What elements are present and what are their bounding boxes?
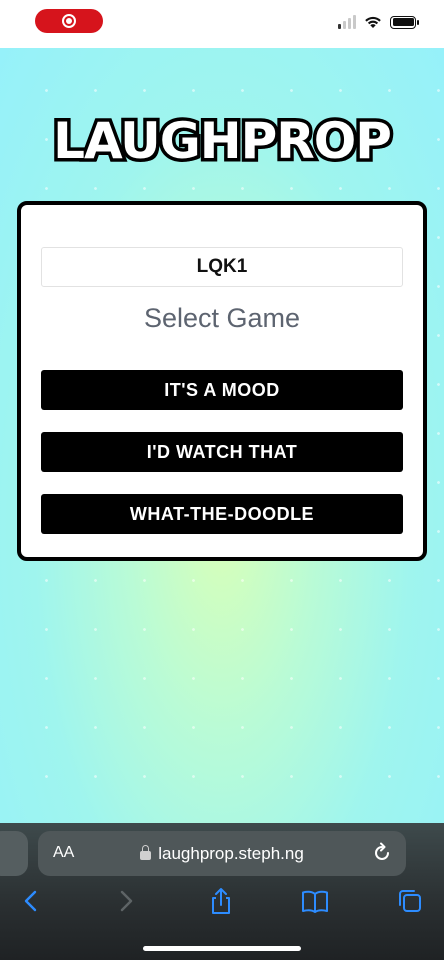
wifi-icon xyxy=(365,16,381,28)
select-game-heading: Select Game xyxy=(143,303,301,333)
address-bar[interactable]: AA laughprop.steph.ng xyxy=(38,831,406,876)
tabs-icon[interactable] xyxy=(395,886,425,916)
bookmarks-icon[interactable] xyxy=(300,886,330,916)
url-text: laughprop.steph.ng xyxy=(158,843,304,863)
room-code-field: LQK1 xyxy=(41,247,403,287)
browser-toolbar xyxy=(0,886,444,918)
lock-icon xyxy=(140,845,152,860)
signal-icon xyxy=(338,15,356,29)
share-icon[interactable] xyxy=(206,886,236,916)
game-button-id-watch-that[interactable]: I'D WATCH THAT xyxy=(41,432,403,472)
game-select-card: LQK1 Select Game IT'S A MOOD I'D WATCH T… xyxy=(17,201,427,561)
screen-recording-indicator[interactable] xyxy=(35,9,103,33)
battery-icon xyxy=(390,15,419,29)
game-button-its-a-mood[interactable]: IT'S A MOOD xyxy=(41,370,403,410)
previous-tab-peek[interactable] xyxy=(0,831,28,876)
record-icon xyxy=(62,14,76,28)
status-bar xyxy=(0,0,444,48)
home-indicator[interactable] xyxy=(143,946,301,951)
back-icon[interactable] xyxy=(16,886,46,916)
url-display[interactable]: laughprop.steph.ng xyxy=(38,831,406,876)
forward-icon[interactable] xyxy=(111,886,141,916)
status-icons xyxy=(338,15,419,29)
reload-icon[interactable] xyxy=(371,842,393,864)
game-button-what-the-doodle[interactable]: WHAT-THE-DOODLE xyxy=(41,494,403,534)
app-logo: LAUGHPROP xyxy=(50,109,396,174)
page-background: LAUGHPROP LQK1 Select Game IT'S A MOOD I… xyxy=(0,48,444,823)
browser-bottom-bar: AA laughprop.steph.ng xyxy=(0,823,444,960)
